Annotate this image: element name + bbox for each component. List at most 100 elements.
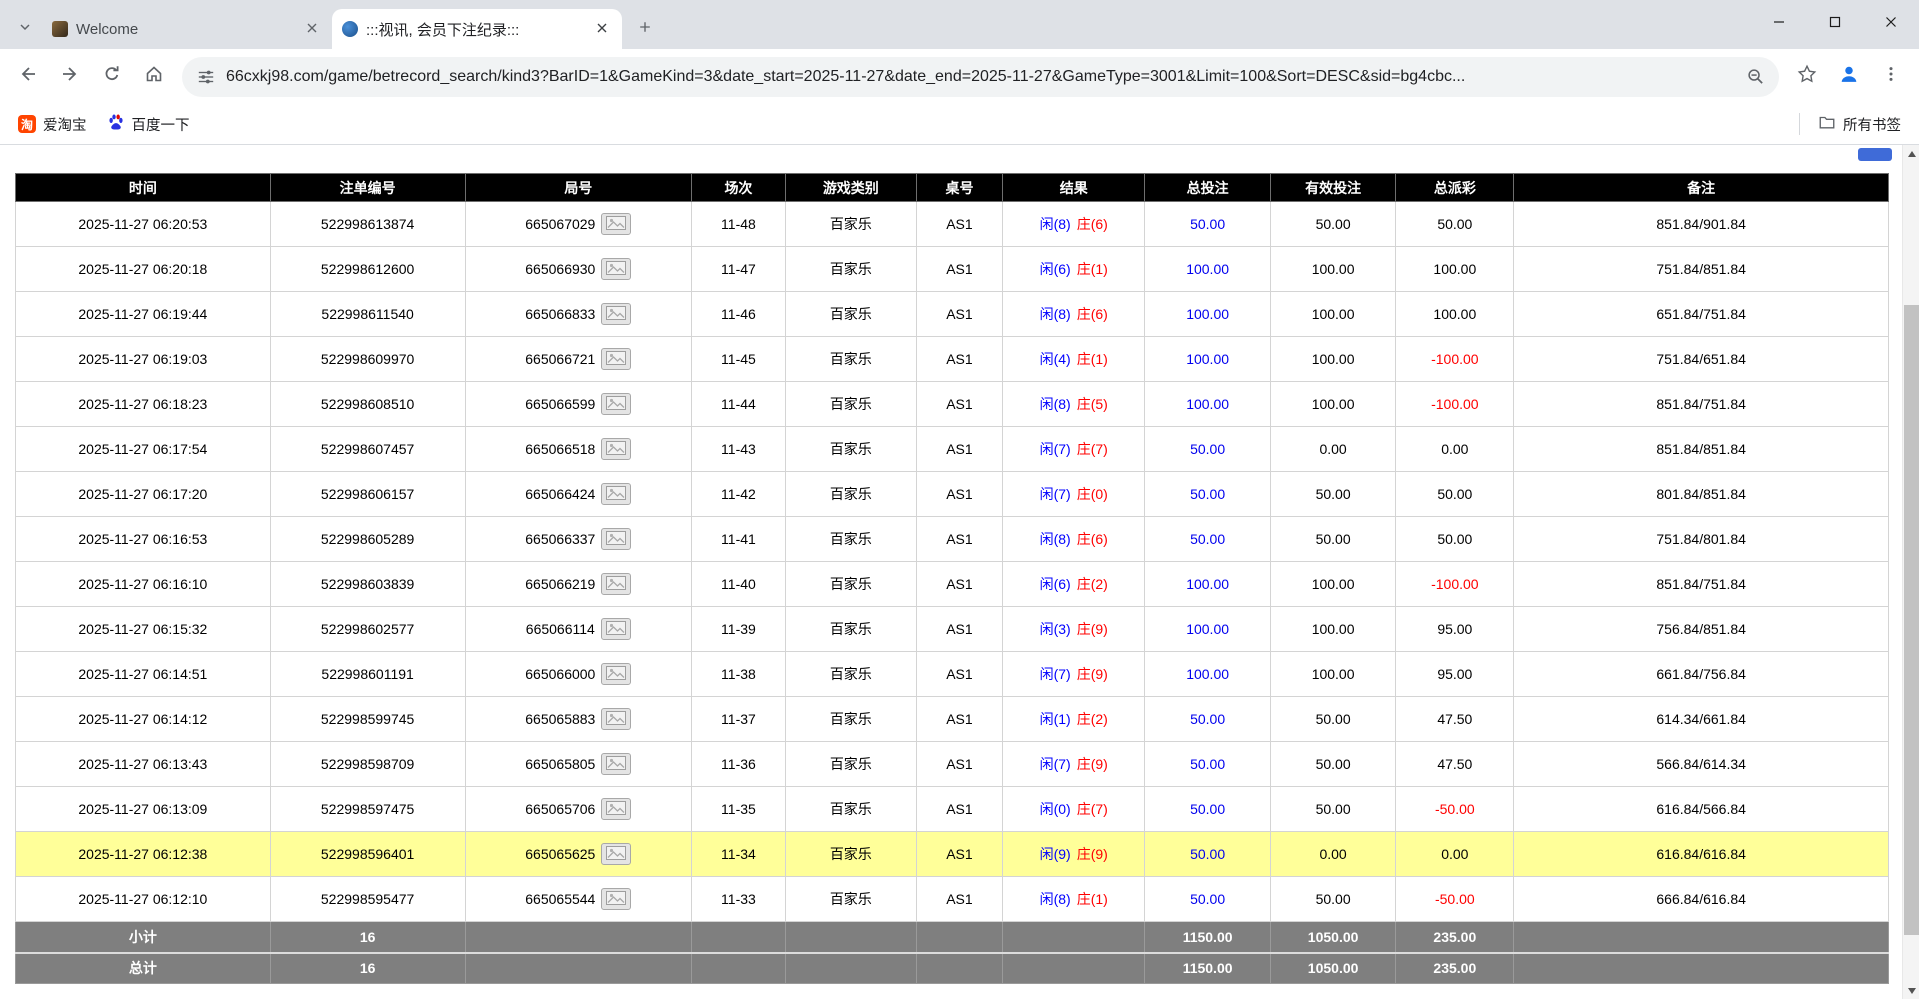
cell-result: 闲(4)庄(1)	[1003, 337, 1145, 382]
profile-button[interactable]	[1829, 57, 1869, 97]
tab-welcome[interactable]: Welcome	[42, 9, 332, 49]
url-text[interactable]: 66cxkj98.com/game/betrecord_search/kind3…	[226, 68, 1735, 86]
cell-total-bet: 100.00	[1145, 337, 1270, 382]
total-bet-link[interactable]: 100.00	[1186, 351, 1229, 367]
close-window-button[interactable]	[1863, 0, 1919, 49]
total-bet-link[interactable]: 50.00	[1190, 711, 1225, 727]
result-player: 闲(1)	[1040, 711, 1071, 727]
address-bar[interactable]: 66cxkj98.com/game/betrecord_search/kind3…	[182, 57, 1779, 97]
image-icon	[606, 756, 626, 773]
cell-table-no: AS1	[916, 292, 1002, 337]
home-button[interactable]	[134, 57, 174, 97]
cell-table-no: AS1	[916, 202, 1002, 247]
partial-button[interactable]	[1858, 148, 1892, 161]
bookmark-star-button[interactable]	[1787, 57, 1827, 97]
site-settings-icon[interactable]	[196, 67, 216, 87]
scroll-up-button[interactable]	[1903, 145, 1919, 162]
total-bet-link[interactable]: 50.00	[1190, 486, 1225, 502]
total-bet-link[interactable]: 100.00	[1186, 621, 1229, 637]
result-image-button[interactable]	[601, 528, 631, 550]
result-image-button[interactable]	[601, 258, 631, 280]
cell-table-no: AS1	[916, 427, 1002, 472]
cell-round: 665065625	[465, 832, 692, 877]
total-bet-link[interactable]: 50.00	[1190, 846, 1225, 862]
tab-favicon	[342, 21, 358, 37]
result-image-button[interactable]	[601, 618, 631, 640]
result-image-button[interactable]	[601, 213, 631, 235]
total-bet-link[interactable]: 50.00	[1190, 756, 1225, 772]
result-image-button[interactable]	[601, 348, 631, 370]
tab-search-button[interactable]	[8, 9, 42, 49]
cell-payout: 47.50	[1396, 697, 1514, 742]
cell-session: 11-42	[692, 472, 786, 517]
tab-close-button[interactable]	[302, 19, 322, 39]
cell-round: 665066337	[465, 517, 692, 562]
cell-valid-bet: 50.00	[1270, 517, 1395, 562]
result-image-button[interactable]	[601, 393, 631, 415]
maximize-button[interactable]	[1807, 0, 1863, 49]
forward-button[interactable]	[50, 57, 90, 97]
cell-bet-id: 522998606157	[270, 472, 465, 517]
result-image-button[interactable]	[601, 888, 631, 910]
bookmark-taobao[interactable]: 淘 爱淘宝	[10, 110, 95, 139]
result-image-button[interactable]	[601, 483, 631, 505]
result-image-button[interactable]	[601, 843, 631, 865]
round-number: 665066219	[525, 576, 595, 592]
summary-empty	[1514, 922, 1889, 953]
back-button[interactable]	[8, 57, 48, 97]
result-banker: 庄(1)	[1077, 891, 1108, 907]
baidu-paw-icon	[107, 113, 125, 135]
total-bet-link[interactable]: 100.00	[1186, 666, 1229, 682]
total-bet-link[interactable]: 50.00	[1190, 801, 1225, 817]
total-bet-link[interactable]: 50.00	[1190, 531, 1225, 547]
forward-icon	[60, 64, 80, 89]
result-image-button[interactable]	[601, 303, 631, 325]
scrollbar-thumb[interactable]	[1904, 305, 1919, 935]
tab-bet-records[interactable]: :::视讯, 会员下注纪录:::	[332, 9, 622, 49]
new-tab-button[interactable]	[628, 12, 662, 46]
minimize-button[interactable]	[1751, 0, 1807, 49]
cell-session: 11-43	[692, 427, 786, 472]
kebab-menu-icon	[1882, 65, 1900, 88]
result-image-button[interactable]	[601, 798, 631, 820]
page-scrollbar[interactable]	[1902, 145, 1919, 999]
tab-close-button[interactable]	[592, 19, 612, 39]
result-player: 闲(0)	[1040, 801, 1071, 817]
menu-button[interactable]	[1871, 57, 1911, 97]
total-bet-link[interactable]: 50.00	[1190, 441, 1225, 457]
reload-button[interactable]	[92, 57, 132, 97]
total-bet-link[interactable]: 50.00	[1190, 216, 1225, 232]
cell-valid-bet: 100.00	[1270, 247, 1395, 292]
browser-window: Welcome :::视讯, 会员下注纪录:::	[0, 0, 1919, 999]
total-bet-link[interactable]: 100.00	[1186, 576, 1229, 592]
round-number: 665066000	[525, 666, 595, 682]
cell-result: 闲(9)庄(9)	[1003, 832, 1145, 877]
cell-time: 2025-11-27 06:16:10	[16, 562, 271, 607]
result-image-button[interactable]	[601, 708, 631, 730]
cell-remark: 751.84/851.84	[1514, 247, 1889, 292]
bookmark-baidu[interactable]: 百度一下	[99, 109, 198, 139]
all-bookmarks-button[interactable]: 所有书签	[1810, 109, 1909, 139]
total-bet-link[interactable]: 100.00	[1186, 306, 1229, 322]
image-icon	[606, 531, 626, 548]
close-icon	[306, 21, 318, 38]
scroll-down-button[interactable]	[1903, 982, 1919, 999]
zoom-icon[interactable]	[1745, 67, 1765, 87]
total-bet-link[interactable]: 50.00	[1190, 891, 1225, 907]
table-row: 2025-11-27 06:16:53522998605289665066337…	[16, 517, 1889, 562]
cell-remark: 651.84/751.84	[1514, 292, 1889, 337]
total-bet-link[interactable]: 100.00	[1186, 261, 1229, 277]
result-image-button[interactable]	[601, 438, 631, 460]
cell-total-bet: 100.00	[1145, 247, 1270, 292]
cell-total-bet: 100.00	[1145, 562, 1270, 607]
result-image-button[interactable]	[601, 753, 631, 775]
image-icon	[606, 351, 626, 368]
cell-game-type: 百家乐	[785, 337, 916, 382]
total-bet-link[interactable]: 100.00	[1186, 396, 1229, 412]
result-player: 闲(7)	[1040, 441, 1071, 457]
result-image-button[interactable]	[601, 663, 631, 685]
round-number: 665066518	[525, 441, 595, 457]
result-image-button[interactable]	[601, 573, 631, 595]
cell-total-bet: 50.00	[1145, 697, 1270, 742]
cell-remark: 616.84/616.84	[1514, 832, 1889, 877]
